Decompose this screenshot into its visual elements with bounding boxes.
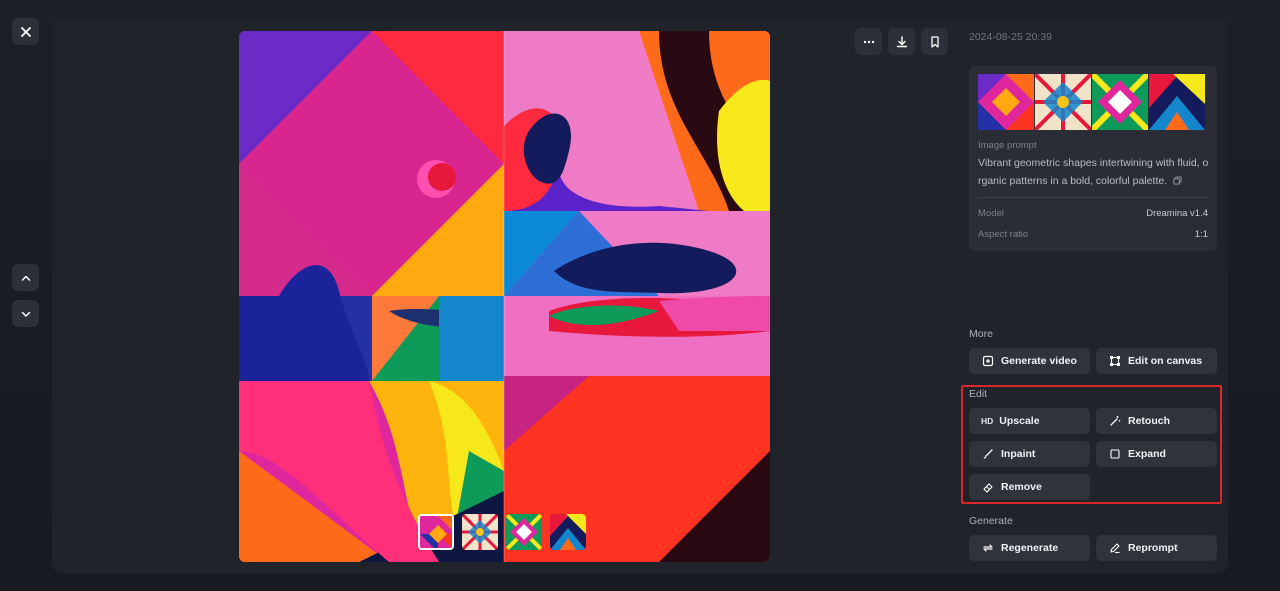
variant-thumbnail-1[interactable] <box>418 514 454 550</box>
expand-button[interactable]: Expand <box>1096 441 1217 467</box>
retouch-button[interactable]: Retouch <box>1096 408 1217 434</box>
prompt-text: Vibrant geometric shapes intertwining wi… <box>978 154 1210 190</box>
variant-thumbnail-4[interactable] <box>550 514 586 550</box>
more-section-label: More <box>969 328 993 340</box>
bookmark-button[interactable] <box>921 28 948 55</box>
previous-image-button[interactable] <box>12 264 39 291</box>
remove-button[interactable]: Remove <box>969 474 1090 500</box>
expand-icon <box>1108 447 1122 461</box>
model-row: Model Dreamina v1.4 <box>978 208 1208 219</box>
inpaint-button[interactable]: Inpaint <box>969 441 1090 467</box>
more-options-button[interactable] <box>855 28 882 55</box>
copy-icon[interactable] <box>1173 176 1182 185</box>
details-panel: 2024-08-25 20:39 <box>969 31 1217 43</box>
aspect-ratio-label: Aspect ratio <box>978 229 1029 240</box>
eraser-icon <box>981 480 995 494</box>
aspect-ratio-row: Aspect ratio 1:1 <box>978 229 1208 240</box>
chevron-up-icon <box>21 275 30 281</box>
card-divider <box>978 197 1208 198</box>
generation-timestamp: 2024-08-25 20:39 <box>969 31 1052 43</box>
expand-label: Expand <box>1128 448 1166 460</box>
reference-image-1[interactable] <box>978 74 1034 130</box>
reference-image-4[interactable] <box>1149 74 1205 130</box>
prompt-reference-images <box>978 74 1205 130</box>
edit-section-label: Edit <box>969 388 988 400</box>
generate-video-button[interactable]: Generate video <box>969 348 1090 374</box>
download-button[interactable] <box>888 28 915 55</box>
edit-on-canvas-label: Edit on canvas <box>1128 355 1203 367</box>
regenerate-label: Regenerate <box>1001 542 1059 554</box>
brush-icon <box>981 447 995 461</box>
variant-thumbnails <box>418 514 586 550</box>
magic-wand-icon <box>1108 414 1122 428</box>
canvas-icon <box>1108 354 1122 368</box>
close-button[interactable] <box>12 18 39 45</box>
reprompt-button[interactable]: Reprompt <box>1096 535 1217 561</box>
ellipsis-icon <box>863 40 874 43</box>
variant-thumbnail-2[interactable] <box>462 514 498 550</box>
download-icon <box>896 35 907 47</box>
prompt-card: Image prompt Vibrant geometric shapes in… <box>969 66 1217 251</box>
regenerate-button[interactable]: Regenerate <box>969 535 1090 561</box>
remove-label: Remove <box>1001 481 1042 493</box>
close-icon <box>20 26 31 37</box>
reference-image-2[interactable] <box>1035 74 1091 130</box>
generated-image <box>239 31 770 562</box>
image-prompt-label: Image prompt <box>978 140 1037 151</box>
bookmark-icon <box>930 35 939 48</box>
model-value: Dreamina v1.4 <box>1146 208 1208 219</box>
refresh-icon <box>981 541 995 555</box>
edit-on-canvas-button[interactable]: Edit on canvas <box>1096 348 1217 374</box>
reference-image-3[interactable] <box>1092 74 1148 130</box>
video-plus-icon <box>981 354 995 368</box>
chevron-down-icon <box>21 311 30 317</box>
generate-video-label: Generate video <box>1001 355 1077 367</box>
pencil-icon <box>1108 541 1122 555</box>
reprompt-label: Reprompt <box>1128 542 1178 554</box>
model-label: Model <box>978 208 1004 219</box>
upscale-button[interactable]: HD Upscale <box>969 408 1090 434</box>
inpaint-label: Inpaint <box>1001 448 1036 460</box>
image-toolbar <box>855 28 948 55</box>
next-image-button[interactable] <box>12 300 39 327</box>
retouch-label: Retouch <box>1128 415 1170 427</box>
variant-thumbnail-3[interactable] <box>506 514 542 550</box>
hd-icon: HD <box>981 416 994 426</box>
upscale-label: Upscale <box>999 415 1040 427</box>
generate-section-label: Generate <box>969 515 1013 527</box>
aspect-ratio-value: 1:1 <box>1194 229 1208 240</box>
